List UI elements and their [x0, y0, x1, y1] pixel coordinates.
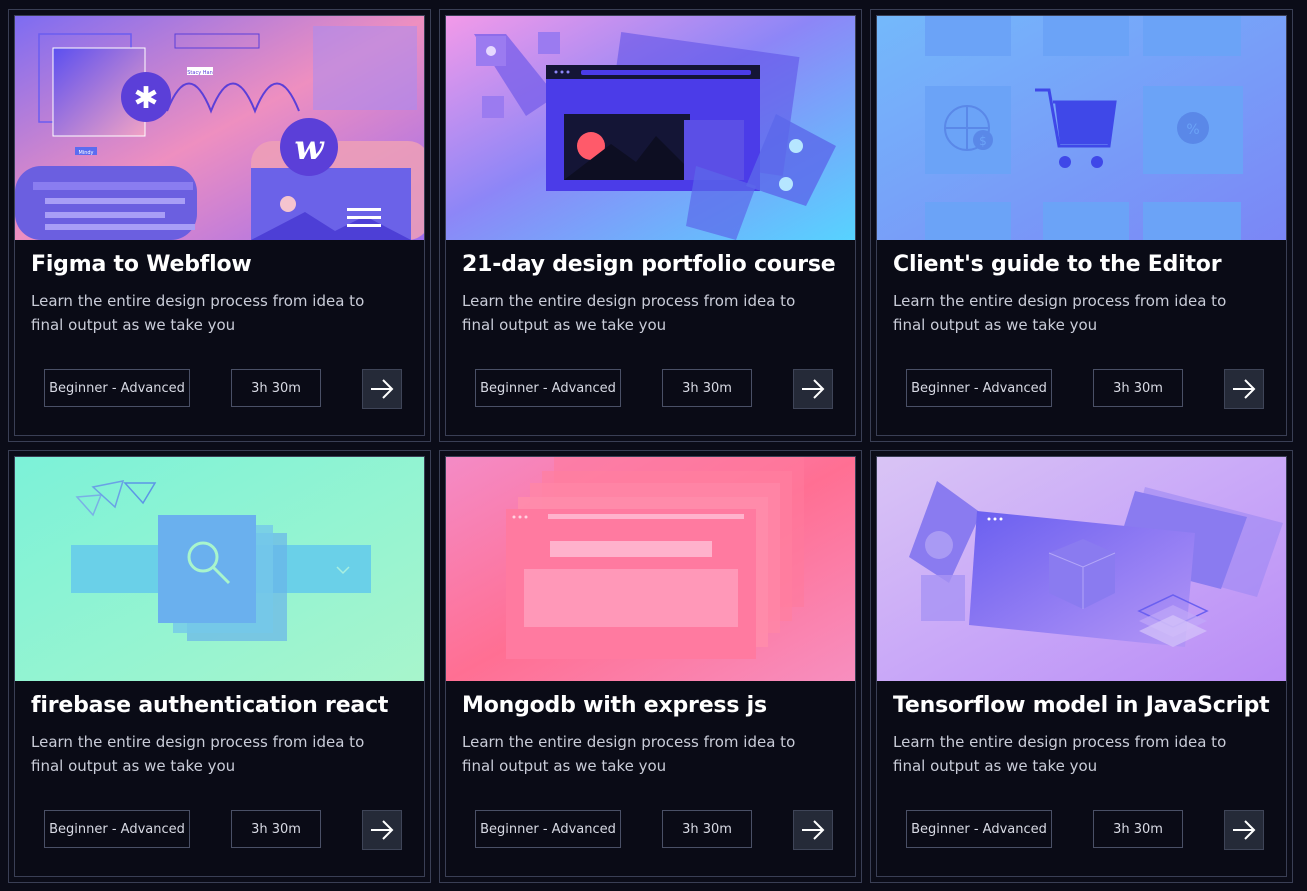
duration-badge: 3h 30m — [1093, 369, 1183, 407]
3d-cube-illustration — [877, 457, 1286, 681]
course-title: Figma to Webflow — [31, 252, 252, 277]
course-card-inner: $ % Client's guide to the Editor Learn t… — [876, 15, 1287, 436]
arrow-right-icon — [371, 379, 394, 399]
open-course-button[interactable] — [793, 810, 833, 850]
open-course-button[interactable] — [793, 369, 833, 409]
arrow-right-icon — [1233, 379, 1256, 399]
svg-text:w: w — [294, 128, 325, 168]
open-course-button[interactable] — [1224, 810, 1264, 850]
arrow-right-icon — [802, 379, 825, 399]
ecommerce-cart-illustration: $ % — [877, 16, 1286, 240]
course-card-inner: ✱ Stacy Han Mindy w Figma to Webflow Lea… — [14, 15, 425, 436]
open-course-button[interactable] — [362, 369, 402, 409]
course-card[interactable]: ✱ Stacy Han Mindy w Figma to Webflow Lea… — [8, 9, 431, 442]
course-title: Mongodb with express js — [462, 693, 767, 718]
course-card-inner: Mongodb with express js Learn the entire… — [445, 456, 856, 877]
course-card[interactable]: Mongodb with express js Learn the entire… — [439, 450, 862, 883]
level-badge: Beginner - Advanced — [475, 369, 621, 407]
course-title: 21-day design portfolio course — [462, 252, 836, 277]
course-thumbnail — [446, 457, 855, 681]
level-badge: Beginner - Advanced — [475, 810, 621, 848]
course-card-inner: 21-day design portfolio course Learn the… — [445, 15, 856, 436]
course-description: Learn the entire design process from ide… — [31, 292, 365, 334]
arrow-right-icon — [1233, 820, 1256, 840]
search-illustration — [15, 457, 424, 681]
course-description: Learn the entire design process from ide… — [893, 292, 1227, 334]
course-card[interactable]: 21-day design portfolio course Learn the… — [439, 9, 862, 442]
browser-window-illustration — [446, 16, 855, 240]
open-course-button[interactable] — [362, 810, 402, 850]
stacked-windows-illustration — [446, 457, 855, 681]
arrow-right-icon — [371, 820, 394, 840]
course-thumbnail — [15, 457, 424, 681]
svg-text:%: % — [1186, 122, 1199, 138]
svg-text:✱: ✱ — [133, 81, 158, 116]
course-description: Learn the entire design process from ide… — [462, 733, 796, 775]
course-thumbnail — [446, 16, 855, 240]
course-card[interactable]: Tensorflow model in JavaScript Learn the… — [870, 450, 1293, 883]
svg-text:$: $ — [979, 134, 987, 148]
level-badge: Beginner - Advanced — [906, 369, 1052, 407]
course-card-inner: Tensorflow model in JavaScript Learn the… — [876, 456, 1287, 877]
duration-badge: 3h 30m — [231, 369, 321, 407]
course-title: Client's guide to the Editor — [893, 252, 1222, 277]
figma-tag-a: Stacy Han — [187, 70, 213, 76]
arrow-right-icon — [802, 820, 825, 840]
course-description: Learn the entire design process from ide… — [462, 292, 796, 334]
course-card[interactable]: firebase authentication react Learn the … — [8, 450, 431, 883]
figma-tag-b: Mindy — [78, 150, 93, 156]
course-grid: ✱ Stacy Han Mindy w Figma to Webflow Lea… — [8, 9, 1293, 883]
course-thumbnail — [877, 457, 1286, 681]
course-card-inner: firebase authentication react Learn the … — [14, 456, 425, 877]
course-title: Tensorflow model in JavaScript — [893, 693, 1270, 718]
level-badge: Beginner - Advanced — [44, 369, 190, 407]
open-course-button[interactable] — [1224, 369, 1264, 409]
duration-badge: 3h 30m — [231, 810, 321, 848]
level-badge: Beginner - Advanced — [906, 810, 1052, 848]
duration-badge: 3h 30m — [662, 810, 752, 848]
duration-badge: 3h 30m — [662, 369, 752, 407]
course-card[interactable]: $ % Client's guide to the Editor Learn t… — [870, 9, 1293, 442]
course-description: Learn the entire design process from ide… — [31, 733, 365, 775]
course-description: Learn the entire design process from ide… — [893, 733, 1227, 775]
level-badge: Beginner - Advanced — [44, 810, 190, 848]
course-thumbnail: ✱ Stacy Han Mindy w — [15, 16, 424, 240]
course-thumbnail: $ % — [877, 16, 1286, 240]
duration-badge: 3h 30m — [1093, 810, 1183, 848]
course-title: firebase authentication react — [31, 693, 389, 718]
figma-webflow-illustration: ✱ Stacy Han Mindy w — [15, 16, 424, 240]
